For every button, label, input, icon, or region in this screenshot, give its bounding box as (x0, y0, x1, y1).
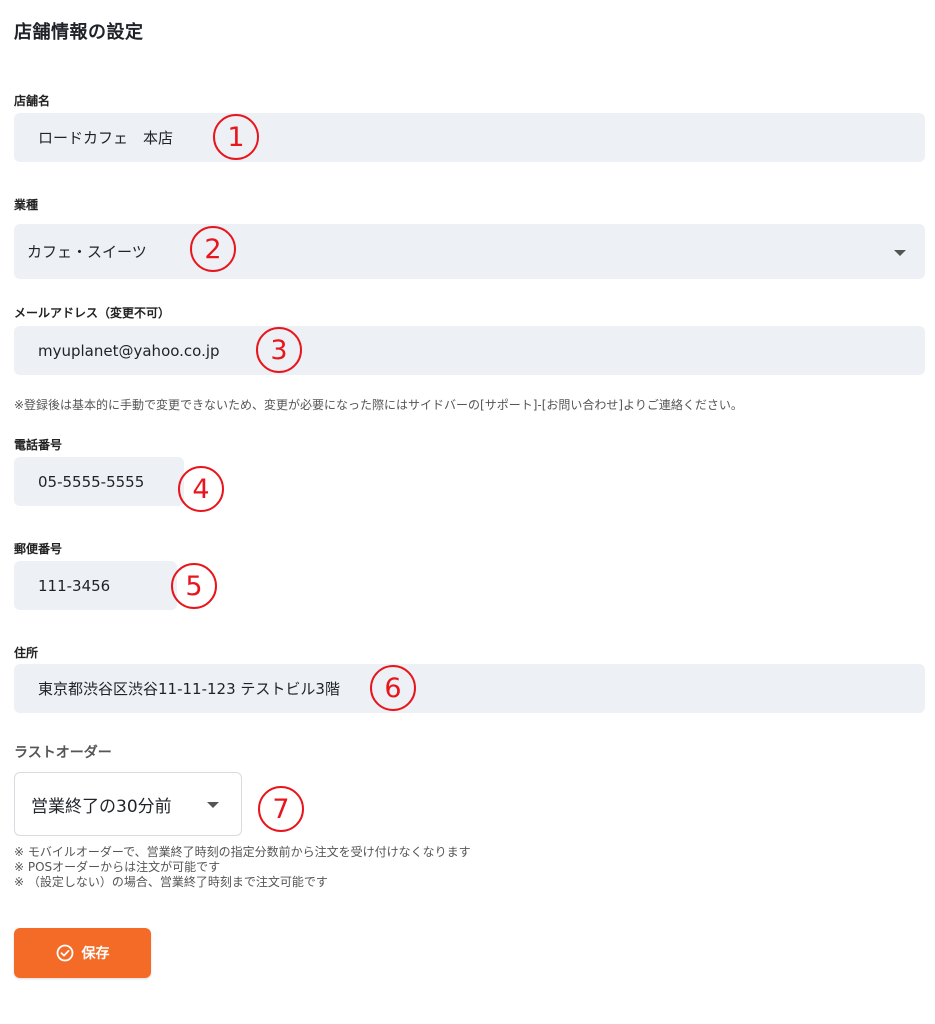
phone-value: 05-5555-5555 (38, 472, 145, 491)
last-order-notes: ※ モバイルオーダーで、営業終了時刻の指定分数前から注文を受け付けなくなります … (14, 845, 471, 890)
chevron-down-icon (207, 802, 219, 808)
last-order-note: ※ （設定しない）の場合、営業終了時刻まで注文可能です (14, 875, 328, 889)
business-type-value: カフェ・スイーツ (27, 243, 147, 261)
annotation-marker-3: 3 (256, 327, 302, 373)
email-note: ※登録後は基本的に手動で変更できないため、変更が必要になった際にはサイドバーの[… (14, 398, 743, 412)
store-name-label: 店舗名 (14, 94, 51, 108)
postal-value: 111-3456 (38, 576, 111, 595)
annotation-marker-5: 5 (171, 563, 217, 609)
last-order-select[interactable]: 営業終了の30分前 (14, 772, 242, 836)
last-order-value: 営業終了の30分前 (31, 796, 172, 817)
phone-input[interactable]: 05-5555-5555 (14, 457, 184, 506)
check-circle-icon (56, 944, 73, 962)
save-label: 保存 (81, 946, 110, 962)
email-value: myuplanet@yahoo.co.jp (38, 341, 220, 360)
annotation-marker-2: 2 (190, 226, 236, 272)
last-order-label: ラストオーダー (14, 745, 112, 761)
last-order-note: ※ モバイルオーダーで、営業終了時刻の指定分数前から注文を受け付けなくなります (14, 845, 471, 859)
business-type-select[interactable]: カフェ・スイーツ (14, 224, 925, 279)
annotation-marker-1: 1 (213, 114, 259, 160)
address-label: 住所 (14, 646, 39, 660)
postal-code-input[interactable]: 111-3456 (14, 561, 177, 610)
address-input[interactable]: 東京都渋谷区渋谷11-11-123 テストビル3階 (14, 664, 925, 713)
email-field: myuplanet@yahoo.co.jp (14, 326, 925, 375)
email-label: メールアドレス（変更不可） (14, 306, 171, 320)
save-button[interactable]: 保存 (14, 928, 151, 978)
store-name-input[interactable]: ロードカフェ 本店 (14, 113, 925, 162)
postal-label: 郵便番号 (14, 542, 63, 556)
business-type-label: 業種 (14, 198, 39, 212)
page-title: 店舗情報の設定 (14, 22, 144, 43)
annotation-marker-4: 4 (178, 466, 224, 512)
last-order-note: ※ POSオーダーからは注文が可能です (14, 860, 221, 874)
chevron-down-icon (894, 249, 906, 256)
address-value: 東京都渋谷区渋谷11-11-123 テストビル3階 (38, 680, 340, 698)
store-name-value: ロードカフェ 本店 (38, 129, 174, 147)
annotation-marker-7: 7 (258, 786, 304, 832)
annotation-marker-6: 6 (370, 665, 416, 711)
phone-label: 電話番号 (14, 438, 63, 452)
